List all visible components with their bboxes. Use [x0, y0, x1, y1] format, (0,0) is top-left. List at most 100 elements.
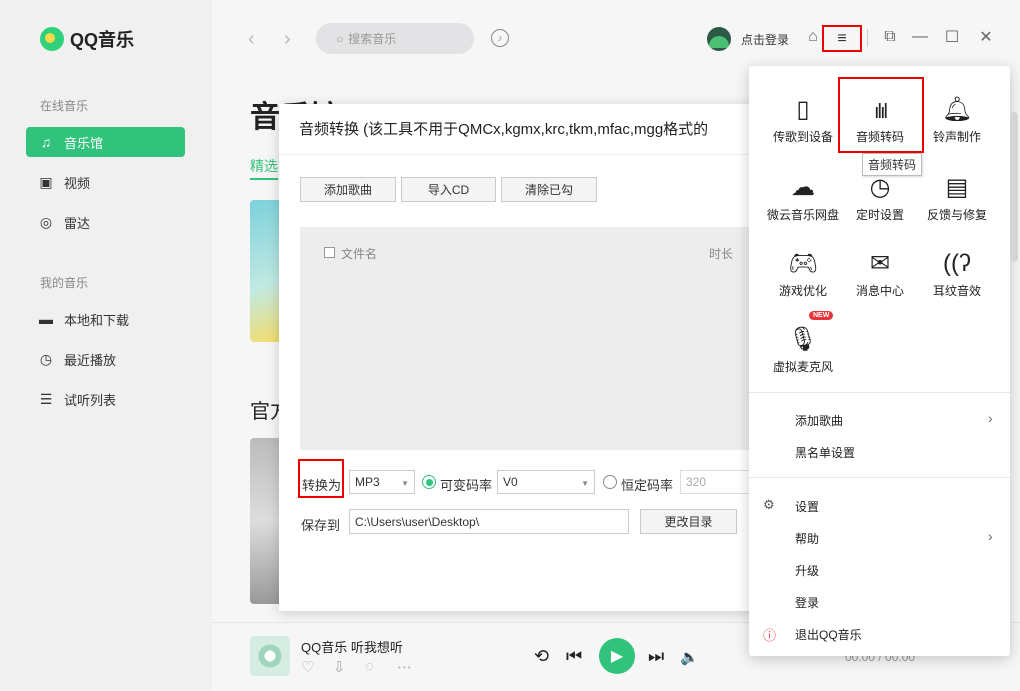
- search-placeholder: 搜索音乐: [348, 32, 397, 46]
- tile-label: 耳纹音效: [932, 284, 981, 298]
- exit-icon: ⓘ: [763, 628, 777, 643]
- monitor-icon: ▬: [39, 311, 53, 327]
- menu-tile-ringtone[interactable]: 🔔︎ 铃声制作: [919, 80, 995, 150]
- avatar[interactable]: [707, 27, 731, 51]
- voice-search-icon[interactable]: ♪: [491, 29, 509, 47]
- search-input[interactable]: ○ 搜索音乐: [316, 23, 474, 54]
- main-menu-button[interactable]: ≡: [822, 25, 862, 52]
- song-title: QQ音乐 听我想听: [301, 640, 403, 655]
- minimize-icon[interactable]: —: [911, 27, 929, 47]
- menu-tile-messages[interactable]: ✉ 消息中心: [842, 234, 918, 304]
- sidebar-item-radar[interactable]: ◎ 雷达: [26, 207, 185, 237]
- format-value: MP3: [355, 475, 380, 489]
- album-thumbnail[interactable]: [250, 636, 290, 676]
- close-icon[interactable]: ✕: [977, 27, 995, 47]
- play-button[interactable]: ▶: [599, 638, 635, 674]
- banner-image[interactable]: [250, 200, 280, 342]
- back-arrow-icon[interactable]: ‹: [248, 28, 255, 51]
- menu-divider: [749, 477, 1010, 478]
- convert-to-label: 转换为: [302, 478, 342, 493]
- menu-tile-game[interactable]: 🎮︎ 游戏优化: [765, 234, 841, 304]
- new-badge: NEW: [809, 311, 834, 320]
- save-to-label: 保存到: [301, 518, 341, 533]
- cloud-icon: ☁︎: [791, 174, 815, 201]
- format-select[interactable]: MP3 ▼: [349, 470, 415, 494]
- tile-label: 铃声制作: [932, 130, 981, 144]
- playlist-cover-image[interactable]: [250, 438, 280, 604]
- menu-tile-virtual-mic[interactable]: 🎙︎ 虚拟麦克风: [765, 310, 841, 380]
- login-link[interactable]: 点击登录: [741, 31, 789, 48]
- sidebar-item-local-download[interactable]: ▬ 本地和下载: [26, 304, 185, 334]
- vbr-radio[interactable]: [422, 475, 436, 489]
- forward-arrow-icon[interactable]: ›: [284, 28, 291, 51]
- column-filename: 文件名: [341, 247, 378, 261]
- next-icon[interactable]: ⏭: [648, 646, 664, 667]
- menu-tile-feedback[interactable]: ▤ 反馈与修复: [919, 158, 995, 228]
- menu-item-blacklist[interactable]: 黑名单设置: [795, 444, 855, 461]
- column-duration: 时长: [709, 247, 734, 261]
- menu-item-settings[interactable]: 设置: [795, 498, 819, 515]
- vbr-select[interactable]: V0 ▼: [497, 470, 595, 494]
- heart-icon[interactable]: ♡: [301, 658, 314, 676]
- sidebar-item-trial-list[interactable]: ☰ 试听列表: [26, 384, 185, 414]
- menu-divider: [749, 392, 1010, 393]
- sidebar-item-label: 视频: [64, 175, 91, 191]
- feedback-icon: ▤: [945, 174, 969, 201]
- vbr-label: 可变码率: [440, 478, 493, 493]
- select-all-checkbox[interactable]: [324, 247, 335, 258]
- microphone-icon: 🎙︎: [787, 326, 819, 353]
- volume-icon[interactable]: 🔈: [680, 648, 699, 666]
- tile-label: 微云音乐网盘: [766, 208, 839, 222]
- add-song-button[interactable]: 添加歌曲: [300, 177, 396, 202]
- menu-item-exit[interactable]: 退出QQ音乐: [795, 626, 862, 643]
- tile-label: 音频转码: [855, 130, 904, 144]
- menu-tile-earprint[interactable]: ((ʔ 耳纹音效: [919, 234, 995, 304]
- menu-item-help[interactable]: 帮助: [795, 530, 819, 547]
- playlist-icon: ☰: [39, 390, 53, 407]
- menu-item-login[interactable]: 登录: [795, 594, 819, 611]
- online-music-label: 在线音乐: [40, 99, 89, 113]
- menu-tile-transfer[interactable]: ▯ 传歌到设备: [765, 80, 841, 150]
- chevron-down-icon: ▼: [581, 479, 589, 488]
- phone-icon: ▯: [796, 96, 810, 123]
- tab-featured[interactable]: 精选: [250, 156, 278, 176]
- dialog-title-divider: [279, 154, 757, 155]
- menu-item-upgrade[interactable]: 升级: [795, 562, 819, 579]
- sidebar-item-music-hall[interactable]: ♫ 音乐馆: [26, 127, 185, 157]
- menu-item-add-song[interactable]: 添加歌曲: [795, 412, 843, 429]
- dialog-title: 音频转换 (该工具不用于QMCx,kgmx,krc,tkm,mfac,mgg格式…: [299, 121, 709, 138]
- tile-label: 定时设置: [855, 208, 904, 222]
- play-icon: ▶: [610, 648, 624, 665]
- gear-icon: ⚙: [763, 497, 775, 512]
- tile-label: 游戏优化: [778, 284, 827, 298]
- import-cd-button[interactable]: 导入CD: [401, 177, 496, 202]
- video-icon: ▣: [39, 173, 53, 190]
- comment-icon[interactable]: ◌: [365, 658, 374, 675]
- chevron-right-icon: ›: [988, 528, 993, 544]
- menu-tile-cloud[interactable]: ☁︎ 微云音乐网盘: [765, 158, 841, 228]
- more-icon[interactable]: ⋯: [397, 658, 412, 676]
- tile-label: 虚拟麦克风: [772, 360, 833, 374]
- cbr-value: 320: [686, 475, 707, 489]
- repeat-icon[interactable]: ⟲: [534, 646, 549, 667]
- cbr-select[interactable]: 320: [680, 470, 750, 494]
- cbr-radio[interactable]: [603, 475, 617, 489]
- tile-label: 消息中心: [855, 284, 904, 298]
- menu-tile-audio-convert[interactable]: ılıl 音频转码: [842, 80, 918, 150]
- search-icon: ○: [336, 31, 344, 46]
- sidebar-item-recent[interactable]: ◷ 最近播放: [26, 344, 185, 374]
- menu-tile-timer[interactable]: ◷ 定时设置: [842, 158, 918, 228]
- sidebar-item-video[interactable]: ▣ 视频: [26, 167, 185, 197]
- maximize-icon[interactable]: ☐: [943, 27, 961, 47]
- clear-checked-button[interactable]: 清除已勾: [501, 177, 597, 202]
- change-directory-button[interactable]: 更改目录: [640, 509, 737, 534]
- skin-icon[interactable]: ⌂: [804, 27, 822, 47]
- app-logo[interactable]: QQ音乐: [40, 24, 134, 54]
- previous-icon[interactable]: ⏮: [566, 646, 582, 667]
- scrollbar[interactable]: [1010, 112, 1018, 262]
- chevron-right-icon: ›: [988, 410, 993, 426]
- download-icon[interactable]: ⇩: [333, 658, 346, 676]
- mini-mode-icon[interactable]: ⧉: [881, 27, 899, 47]
- qq-music-logo-icon: [40, 27, 64, 51]
- save-path-field[interactable]: C:\Users\user\Desktop\: [349, 509, 629, 534]
